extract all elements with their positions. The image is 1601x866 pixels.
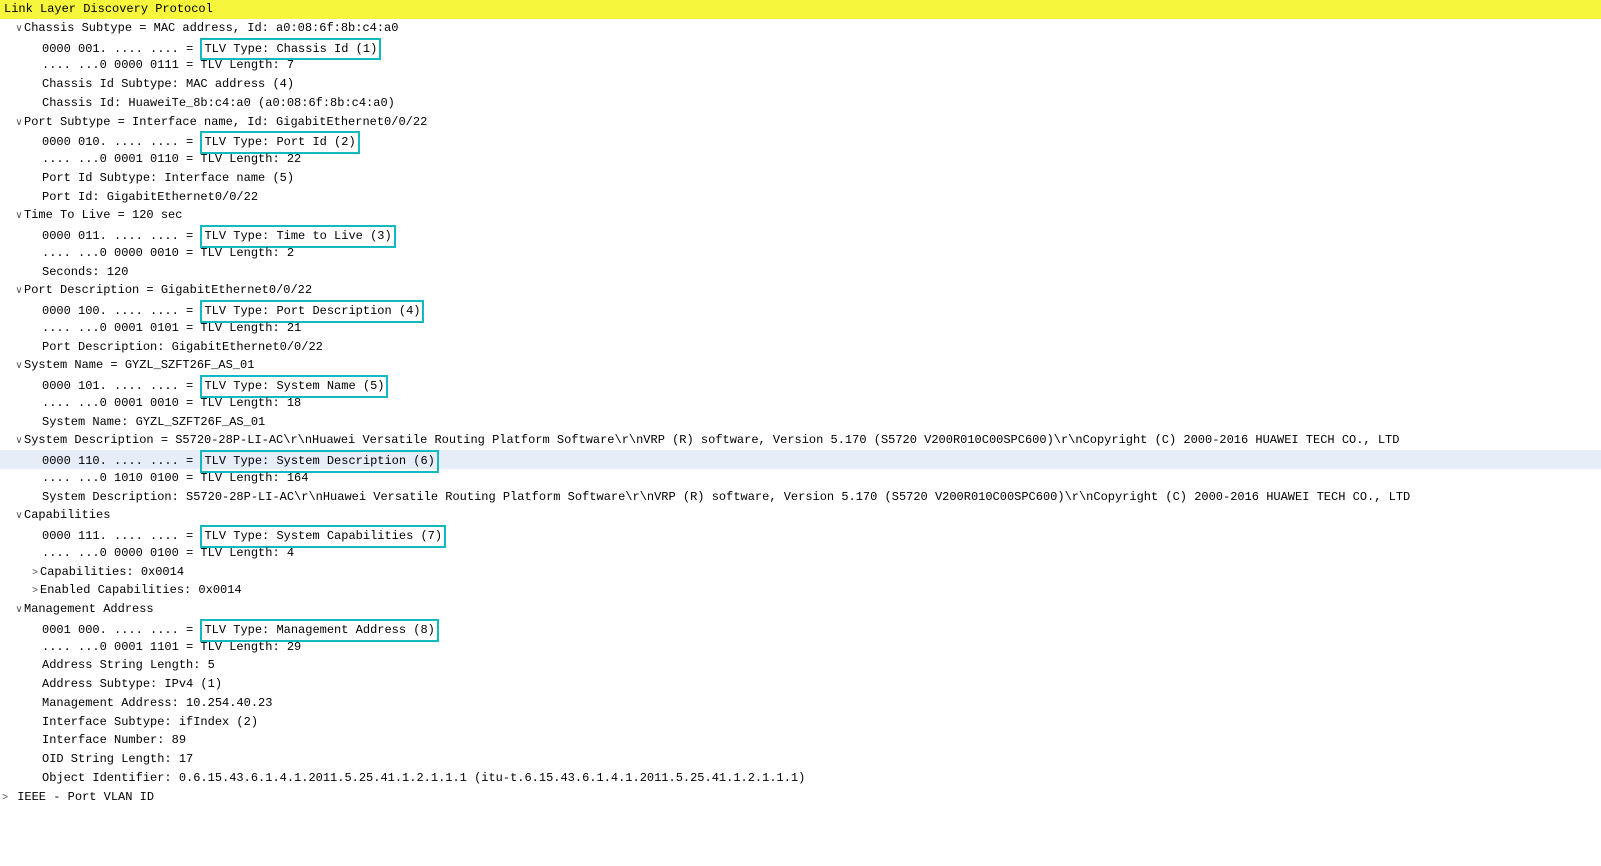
- tree-leaf[interactable]: Object Identifier: 0.6.15.43.6.1.4.1.201…: [0, 769, 1601, 788]
- tree-item-label: .... ...0 0000 0100 = TLV Length: 4: [42, 546, 294, 560]
- tlv-header: Port Subtype = Interface name, Id: Gigab…: [24, 115, 427, 129]
- tree-leaf[interactable]: Address String Length: 5: [0, 656, 1601, 675]
- tlv-header: Time To Live = 120 sec: [24, 208, 182, 222]
- tlv-header: Chassis Subtype = MAC address, Id: a0:08…: [24, 21, 398, 35]
- tree-leaf[interactable]: Interface Subtype: ifIndex (2): [0, 713, 1601, 732]
- chevron-down-icon[interactable]: ∨: [14, 601, 24, 620]
- tree-item[interactable]: ∨Capabilities: [0, 506, 1601, 525]
- chevron-right-icon[interactable]: >: [0, 789, 10, 808]
- tree-leaf[interactable]: .... ...0 0001 0101 = TLV Length: 21: [0, 319, 1601, 338]
- tree-leaf[interactable]: Chassis Id Subtype: MAC address (4): [0, 75, 1601, 94]
- tree-item[interactable]: ∨Chassis Subtype = MAC address, Id: a0:0…: [0, 19, 1601, 38]
- tree-item-label: Interface Subtype: ifIndex (2): [42, 715, 258, 729]
- tree-leaf[interactable]: Address Subtype: IPv4 (1): [0, 675, 1601, 694]
- tree-item-label: Interface Number: 89: [42, 733, 186, 747]
- tree-leaf[interactable]: .... ...0 1010 0100 = TLV Length: 164: [0, 469, 1601, 488]
- tlv-bits: 0000 011. .... .... =: [42, 229, 193, 243]
- tree-leaf[interactable]: .... ...0 0001 0010 = TLV Length: 18: [0, 394, 1601, 413]
- tlv-bits: 0000 010. .... .... =: [42, 135, 193, 149]
- tree-item-label: Capabilities: 0x0014: [40, 565, 184, 579]
- tlv-type-row[interactable]: 0000 111. .... .... = TLV Type: System C…: [0, 525, 1601, 544]
- tlv-header: System Name = GYZL_SZFT26F_AS_01: [24, 358, 254, 372]
- protocol-header[interactable]: Link Layer Discovery Protocol: [0, 0, 1601, 19]
- tree-item-label: Management Address: 10.254.40.23: [42, 696, 272, 710]
- tree-leaf[interactable]: >Enabled Capabilities: 0x0014: [0, 581, 1601, 600]
- tree-leaf[interactable]: .... ...0 0000 0111 = TLV Length: 7: [0, 56, 1601, 75]
- tree-item-label: IEEE - Port VLAN ID: [17, 790, 154, 804]
- tree-item-label: System Name: GYZL_SZFT26F_AS_01: [42, 415, 265, 429]
- tree-leaf[interactable]: .... ...0 0001 0110 = TLV Length: 22: [0, 150, 1601, 169]
- chevron-down-icon[interactable]: ∨: [14, 114, 24, 133]
- tree-leaf[interactable]: Interface Number: 89: [0, 731, 1601, 750]
- tree-collapsed-footer[interactable]: > IEEE - Port VLAN ID: [0, 788, 1601, 807]
- tree-item-label: .... ...0 0001 0110 = TLV Length: 22: [42, 152, 301, 166]
- tree-item-label: Enabled Capabilities: 0x0014: [40, 583, 242, 597]
- tree-leaf[interactable]: Port Id Subtype: Interface name (5): [0, 169, 1601, 188]
- tree-item-label: System Description: S5720-28P-LI-AC\r\nH…: [42, 490, 1410, 504]
- chevron-down-icon[interactable]: ∨: [14, 357, 24, 376]
- tree-item-label: Port Id Subtype: Interface name (5): [42, 171, 294, 185]
- chevron-down-icon[interactable]: ∨: [14, 432, 24, 451]
- tree-leaf[interactable]: Seconds: 120: [0, 263, 1601, 282]
- chevron-down-icon[interactable]: ∨: [14, 507, 24, 526]
- tree-leaf[interactable]: Port Id: GigabitEthernet0/0/22: [0, 188, 1601, 207]
- tlv-header: Capabilities: [24, 508, 110, 522]
- tree-leaf[interactable]: >Capabilities: 0x0014: [0, 563, 1601, 582]
- tree-item[interactable]: ∨Port Subtype = Interface name, Id: Giga…: [0, 113, 1601, 132]
- tree-item[interactable]: ∨Management Address: [0, 600, 1601, 619]
- tree-item-label: .... ...0 0001 0010 = TLV Length: 18: [42, 396, 301, 410]
- tree-item-label: Object Identifier: 0.6.15.43.6.1.4.1.201…: [42, 771, 805, 785]
- tree-item-label: .... ...0 0001 0101 = TLV Length: 21: [42, 321, 301, 335]
- tree-item-label: .... ...0 0000 0111 = TLV Length: 7: [42, 58, 294, 72]
- tlv-type-row[interactable]: 0000 001. .... .... = TLV Type: Chassis …: [0, 38, 1601, 57]
- tree-item-label: .... ...0 0000 0010 = TLV Length: 2: [42, 246, 294, 260]
- tlv-header: Management Address: [24, 602, 154, 616]
- tree-leaf[interactable]: Management Address: 10.254.40.23: [0, 694, 1601, 713]
- tlv-bits: 0000 100. .... .... =: [42, 304, 193, 318]
- tree-item-label: Address String Length: 5: [42, 658, 215, 672]
- tree-leaf[interactable]: .... ...0 0001 1101 = TLV Length: 29: [0, 638, 1601, 657]
- tree-leaf[interactable]: System Name: GYZL_SZFT26F_AS_01: [0, 413, 1601, 432]
- chevron-right-icon[interactable]: >: [30, 564, 40, 583]
- tlv-bits: 0000 111. .... .... =: [42, 529, 193, 543]
- tree-leaf[interactable]: Chassis Id: HuaweiTe_8b:c4:a0 (a0:08:6f:…: [0, 94, 1601, 113]
- tree-item-label: Port Description: GigabitEthernet0/0/22: [42, 340, 323, 354]
- tree-item-label: Chassis Id Subtype: MAC address (4): [42, 77, 294, 91]
- tlv-type-row[interactable]: 0000 100. .... .... = TLV Type: Port Des…: [0, 300, 1601, 319]
- tree-item-label: Port Id: GigabitEthernet0/0/22: [42, 190, 258, 204]
- tree-item[interactable]: ∨Time To Live = 120 sec: [0, 206, 1601, 225]
- tree-leaf[interactable]: System Description: S5720-28P-LI-AC\r\nH…: [0, 488, 1601, 507]
- chevron-down-icon[interactable]: ∨: [14, 20, 24, 39]
- tlv-type-row[interactable]: 0001 000. .... .... = TLV Type: Manageme…: [0, 619, 1601, 638]
- tree-leaf[interactable]: OID String Length: 17: [0, 750, 1601, 769]
- tlv-type-row[interactable]: 0000 011. .... .... = TLV Type: Time to …: [0, 225, 1601, 244]
- tree-item[interactable]: ∨System Name = GYZL_SZFT26F_AS_01: [0, 356, 1601, 375]
- tlv-bits: 0000 101. .... .... =: [42, 379, 193, 393]
- tree-item-label: OID String Length: 17: [42, 752, 193, 766]
- tree-leaf[interactable]: .... ...0 0000 0100 = TLV Length: 4: [0, 544, 1601, 563]
- tree-leaf[interactable]: .... ...0 0000 0010 = TLV Length: 2: [0, 244, 1601, 263]
- tree-item-label: Chassis Id: HuaweiTe_8b:c4:a0 (a0:08:6f:…: [42, 96, 395, 110]
- chevron-down-icon[interactable]: ∨: [14, 282, 24, 301]
- tlv-bits: 0000 110. .... .... =: [42, 454, 193, 468]
- tree-leaf[interactable]: Port Description: GigabitEthernet0/0/22: [0, 338, 1601, 357]
- tlv-header: Port Description = GigabitEthernet0/0/22: [24, 283, 312, 297]
- tlv-bits: 0000 001. .... .... =: [42, 42, 193, 56]
- tlv-type-row[interactable]: 0000 110. .... .... = TLV Type: System D…: [0, 450, 1601, 469]
- tree-item-label: .... ...0 1010 0100 = TLV Length: 164: [42, 471, 308, 485]
- tree-item[interactable]: ∨System Description = S5720-28P-LI-AC\r\…: [0, 431, 1601, 450]
- tlv-type-row[interactable]: 0000 101. .... .... = TLV Type: System N…: [0, 375, 1601, 394]
- chevron-right-icon[interactable]: >: [30, 582, 40, 601]
- tree-item[interactable]: ∨Port Description = GigabitEthernet0/0/2…: [0, 281, 1601, 300]
- tlv-bits: 0001 000. .... .... =: [42, 623, 193, 637]
- tree-item-label: .... ...0 0001 1101 = TLV Length: 29: [42, 640, 301, 654]
- tlv-header: System Description = S5720-28P-LI-AC\r\n…: [24, 433, 1399, 447]
- tree-item-label: Seconds: 120: [42, 265, 128, 279]
- tlv-type-row[interactable]: 0000 010. .... .... = TLV Type: Port Id …: [0, 131, 1601, 150]
- chevron-down-icon[interactable]: ∨: [14, 207, 24, 226]
- tree-item-label: Address Subtype: IPv4 (1): [42, 677, 222, 691]
